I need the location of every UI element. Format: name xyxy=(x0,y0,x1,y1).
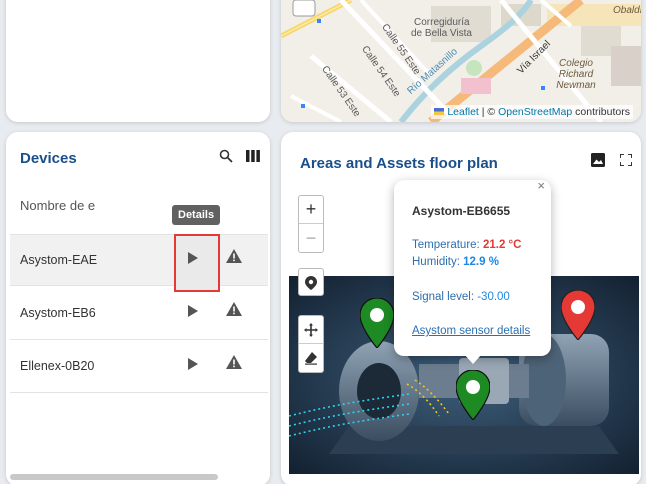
table-row[interactable]: Asystom-EB6 xyxy=(10,288,268,340)
warning-icon[interactable] xyxy=(226,302,242,321)
popup-tail xyxy=(464,354,482,364)
location-pin-icon xyxy=(305,276,317,290)
device-name: Asystom-EB6 xyxy=(20,306,96,320)
marker-tool xyxy=(298,268,324,296)
devices-title: Devices xyxy=(20,150,77,167)
edit-tools xyxy=(298,315,324,373)
warning-icon[interactable] xyxy=(226,355,242,374)
details-tooltip: Details xyxy=(172,205,221,225)
table-row[interactable]: Asystom-EAE xyxy=(10,234,268,292)
erase-button[interactable] xyxy=(299,344,323,372)
image-icon[interactable] xyxy=(591,153,605,167)
popup-device-name: Asystom-EB6655 xyxy=(412,204,511,218)
move-icon xyxy=(304,322,318,337)
leaflet-link[interactable]: Leaflet xyxy=(447,106,479,118)
map-label-colegio: Colegio Richard Newman xyxy=(556,58,596,91)
attr-contrib: contributors xyxy=(572,106,630,118)
osm-link[interactable]: OpenStreetMap xyxy=(498,106,572,118)
play-icon[interactable] xyxy=(188,252,198,264)
sensor-details-link[interactable]: Asystom sensor details xyxy=(412,325,530,337)
horizontal-scrollbar[interactable] xyxy=(10,474,218,480)
column-header-name[interactable]: Nombre de e xyxy=(20,198,95,213)
map-label-bella-vista: de Bella Vista xyxy=(411,28,472,39)
map-label-corregiduria: Corregiduría xyxy=(414,17,470,28)
marker-green-center[interactable] xyxy=(456,370,490,420)
close-icon[interactable]: × xyxy=(537,178,545,193)
floorplan-title: Areas and Assets floor plan xyxy=(300,155,498,172)
move-button[interactable] xyxy=(299,316,323,344)
map-label-obaldia: Obaldí xyxy=(613,5,641,16)
play-icon[interactable] xyxy=(188,358,198,370)
popup-signal: Signal level: -30.00 xyxy=(412,291,510,303)
leaflet-flag-icon xyxy=(434,108,445,115)
table-row[interactable]: Ellenex-0B20 xyxy=(10,341,268,393)
columns-icon[interactable] xyxy=(246,150,260,162)
marker-green-left[interactable] xyxy=(360,298,394,348)
place-marker-button[interactable] xyxy=(299,269,323,297)
map-card: Corregiduría de Bella Vista Calle 55 Est… xyxy=(281,0,641,122)
fullscreen-icon[interactable] xyxy=(620,154,632,166)
zoom-out-button[interactable]: − xyxy=(299,224,323,252)
map-attribution: Leaflet | © OpenStreetMap contributors xyxy=(431,105,633,119)
marker-red[interactable] xyxy=(561,290,595,340)
attr-sep: | © xyxy=(478,106,499,118)
zoom-control: + − xyxy=(298,195,324,253)
popup-humidity: Humidity: 12.9 % xyxy=(412,256,499,268)
eraser-icon xyxy=(305,352,317,365)
play-icon[interactable] xyxy=(188,305,198,317)
device-popup: × Asystom-EB6655 Temperature: 21.2 °C Hu… xyxy=(394,178,551,356)
search-icon[interactable] xyxy=(219,149,233,163)
warning-icon[interactable] xyxy=(226,249,242,268)
device-name: Ellenex-0B20 xyxy=(20,359,95,373)
popup-temperature: Temperature: 21.2 °C xyxy=(412,239,522,251)
zoom-in-button[interactable]: + xyxy=(299,196,323,224)
top-left-card xyxy=(6,0,270,122)
device-name: Asystom-EAE xyxy=(20,253,98,267)
